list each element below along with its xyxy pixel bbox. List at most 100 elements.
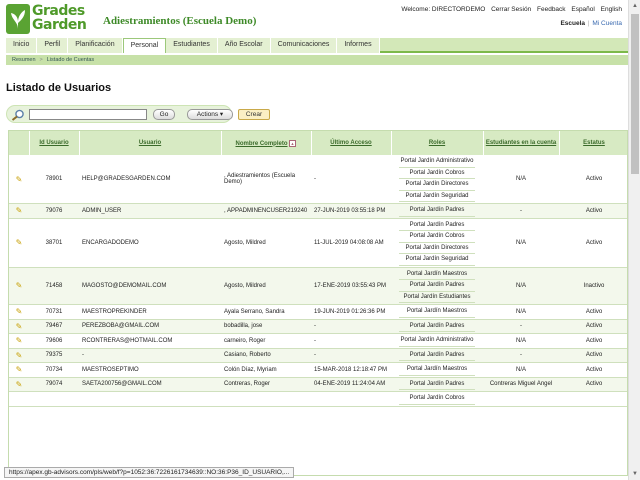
create-button[interactable]: Crear: [238, 109, 270, 120]
role-item: Portal Jardín Directores: [399, 243, 475, 254]
header-id[interactable]: Id Usuario: [29, 131, 80, 155]
role-item: Portal Jardín Directores: [399, 179, 475, 191]
account-links: Escuela | Mi Cuenta: [560, 20, 622, 27]
role-item: Portal Jardín Padres: [399, 350, 475, 361]
cell-estatus: Activo: [559, 218, 627, 268]
edit-pencil-icon[interactable]: ✎: [16, 351, 23, 360]
roles-list: Portal Jardín Maestros: [399, 306, 475, 318]
search-input[interactable]: [29, 109, 147, 120]
cell-estatus: Activo: [559, 304, 627, 320]
cell-id: 79375: [29, 348, 79, 363]
edit-pencil-icon[interactable]: ✎: [16, 307, 23, 316]
sort-ascending-icon[interactable]: ▲: [288, 139, 297, 147]
cell-ultimo-acceso: -: [311, 155, 391, 204]
table-row: ✎ 79467 PEREZBOBA@GMAIL.COM bobadilla, jose…: [9, 319, 627, 334]
vertical-scrollbar[interactable]: ▲ ▼: [628, 0, 640, 480]
scroll-down-icon[interactable]: ▼: [629, 468, 640, 480]
edit-pencil-icon[interactable]: ✎: [16, 238, 23, 247]
header-usuario[interactable]: Usuario: [79, 131, 222, 155]
cell-roles: Portal Jardín Padres Portal Jardín Cobros…: [391, 218, 483, 268]
scroll-up-icon[interactable]: ▲: [629, 0, 640, 12]
language-es-link[interactable]: Español: [571, 6, 595, 13]
header-ultimo-acceso[interactable]: Último Acceso: [311, 131, 392, 155]
language-en-link[interactable]: English: [601, 6, 622, 13]
breadcrumb-resumen[interactable]: Resumen: [12, 57, 36, 63]
cell-estatus: Activo: [559, 155, 627, 204]
cell-usuario: ENCARGADODEMO: [79, 218, 221, 268]
tab-ano-escolar[interactable]: Año Escolar: [217, 38, 271, 53]
logout-link[interactable]: Cerrar Sesión: [491, 6, 531, 13]
edit-pencil-icon[interactable]: ✎: [16, 281, 23, 290]
cell-usuario: ADMIN_USER: [79, 203, 221, 219]
edit-pencil-icon[interactable]: ✎: [16, 336, 23, 345]
cell-id: 79467: [29, 319, 79, 334]
cell-estatus: Activo: [559, 348, 627, 363]
header-nombre[interactable]: Nombre Completo ▲: [221, 131, 312, 155]
cell-ultimo-acceso: [311, 391, 391, 407]
cell-id: 71458: [29, 267, 79, 305]
cell-id: 78901: [29, 155, 79, 204]
header-estatus[interactable]: Estatus: [559, 131, 627, 155]
cell-estatus: Activo: [559, 203, 627, 219]
table-row: ✎ 38701 ENCARGADODEMO Agosto, Mildred 11-JUL…: [9, 218, 627, 268]
breadcrumb-listado: Listado de Cuentas: [46, 57, 95, 63]
header-roles[interactable]: Roles: [391, 131, 484, 155]
edit-cell: ✎: [9, 304, 29, 320]
table-row: ✎ 71458 MAGOSTO@DEMOMAIL.COM Agosto, Mildre…: [9, 267, 627, 305]
account-separator: |: [587, 20, 590, 27]
tab-perfil[interactable]: Perfil: [37, 38, 69, 53]
cell-ultimo-acceso: 17-ENE-2019 03:55:43 PM: [311, 267, 391, 305]
cell-ultimo-acceso: 27-JUN-2019 03:55:18 PM: [311, 203, 391, 219]
edit-pencil-icon[interactable]: ✎: [16, 175, 23, 184]
cell-roles: Portal Jardín Maestros: [391, 362, 483, 378]
table-row: ✎ 79076 ADMIN_USER, APPADMINENCUSER219240 2…: [9, 203, 627, 219]
role-item: Portal Jardín Padres: [399, 220, 475, 231]
tab-comunicaciones[interactable]: Comunicaciones: [270, 38, 338, 53]
main-nav: Inicio Perfil Planificación Personal Est…: [6, 38, 628, 53]
cell-roles: Portal Jardín Maestros Portal Jardín Padr…: [391, 267, 483, 305]
cell-usuario: [79, 391, 221, 407]
tab-planificacion[interactable]: Planificación: [68, 38, 123, 53]
edit-pencil-icon[interactable]: ✎: [16, 365, 23, 374]
edit-pencil-icon[interactable]: ✎: [16, 380, 23, 389]
cell-ultimo-acceso: 15-MAR-2018 12:18:47 PM: [311, 362, 391, 378]
roles-list: Portal Jardín Administrativo Portal Jardí…: [399, 156, 475, 202]
cell-estudiantes: N/A: [483, 267, 559, 305]
tab-informes[interactable]: Informes: [337, 38, 380, 53]
tab-inicio[interactable]: Inicio: [6, 38, 38, 53]
tab-estudiantes[interactable]: Estudiantes: [166, 38, 218, 53]
tab-personal[interactable]: Personal: [122, 38, 167, 53]
roles-list: Portal Jardín Cobros: [399, 393, 475, 405]
header-nombre-label[interactable]: Nombre Completo: [236, 141, 288, 147]
go-button[interactable]: Go: [153, 109, 175, 120]
my-account-link[interactable]: Mi Cuenta: [592, 20, 622, 27]
header-edit: [9, 131, 30, 155]
cell-estatus: Activo: [559, 362, 627, 378]
roles-list: Portal Jardín Maestros Portal Jardín Padr…: [399, 269, 475, 303]
cell-estatus: Activo: [559, 319, 627, 334]
role-item: Portal Jardín Administrativo: [399, 335, 475, 347]
school-link[interactable]: Escuela: [560, 20, 585, 27]
roles-list: Portal Jardín Maestros: [399, 364, 475, 376]
cell-nombre: Ayala Serrano, Sandra: [221, 304, 311, 320]
search-icon[interactable]: [11, 109, 25, 123]
role-item: Portal Jardín Padres: [399, 205, 475, 217]
header-estudiantes[interactable]: Estudiantes en la cuenta: [483, 131, 560, 155]
role-item: Portal Jardín Maestros: [399, 306, 475, 318]
top-links: Welcome: DIRECTORDEMO Cerrar Sesión Feed…: [397, 6, 622, 13]
cell-estudiantes: N/A: [483, 218, 559, 268]
roles-list: Portal Jardín Padres: [399, 321, 475, 332]
roles-list: Portal Jardín Padres: [399, 379, 475, 390]
cell-nombre: , APPADMINENCUSER219240: [221, 203, 311, 219]
cell-estudiantes: Contreras Miguel Angel: [483, 377, 559, 392]
breadcrumb: Resumen > Listado de Cuentas: [6, 55, 628, 65]
scrollbar-thumb[interactable]: [631, 14, 639, 174]
edit-pencil-icon[interactable]: ✎: [16, 322, 23, 331]
actions-menu-button[interactable]: Actions ▾: [187, 109, 233, 120]
edit-pencil-icon[interactable]: ✎: [16, 206, 23, 215]
edit-cell: ✎: [9, 155, 29, 204]
grades-garden-logo[interactable]: Grades Garden: [6, 4, 96, 34]
table-row: ✎ 78901 HELP@GRADESGARDEN.COM, Adiestramie…: [9, 155, 627, 204]
feedback-link[interactable]: Feedback: [537, 6, 566, 13]
app-title: Adiestramientos (Escuela Demo): [103, 15, 257, 27]
